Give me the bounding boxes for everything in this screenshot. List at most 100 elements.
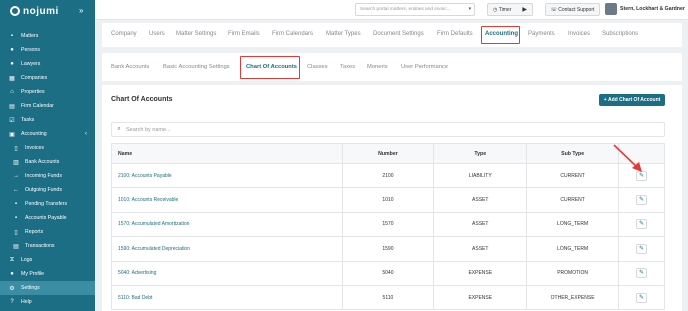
- account-number: 5110: [341, 284, 435, 311]
- tab-bank-accounts[interactable]: Bank Accounts: [111, 64, 149, 70]
- collapse-sidebar-icon[interactable]: »: [79, 6, 83, 15]
- topbar: Search portal matters, entities and invo…: [95, 0, 688, 20]
- tab-subscriptions[interactable]: Subscriptions: [602, 31, 638, 37]
- sidebar-item-firm-calendar[interactable]: ▤ Firm Calendar: [0, 99, 95, 113]
- contact-support-button[interactable]: ☏ Contact Support: [545, 3, 600, 16]
- sidebar-item-lawyers[interactable]: ● Lawyers: [0, 57, 95, 71]
- tab-document-settings[interactable]: Document Settings: [373, 31, 424, 37]
- sidebar-item-label: Properties: [21, 89, 45, 95]
- account-number: 1010: [341, 187, 435, 213]
- sidebar-item-incoming-funds[interactable]: → Incoming Funds: [0, 169, 95, 183]
- home-icon: ⌂: [10, 89, 14, 95]
- tasks-icon: ☑: [9, 117, 15, 124]
- arrow-left-icon: ←: [13, 187, 19, 193]
- sidebar-item-my-profile[interactable]: ● My Profile: [0, 267, 95, 281]
- add-chart-of-account-button[interactable]: + Add Chart Of Account: [599, 94, 665, 106]
- sidebar-item-companies[interactable]: ▦ Companies: [0, 71, 95, 85]
- sidebar-item-transactions[interactable]: ▤ Transactions: [0, 239, 95, 253]
- column-header-type[interactable]: Type: [433, 143, 528, 164]
- people-icon: ●: [10, 47, 14, 53]
- tab-matter-settings[interactable]: Matter Settings: [176, 31, 216, 37]
- logs-icon: ⧖: [9, 256, 15, 263]
- sidebar-item-settings[interactable]: ⚙ Settings: [0, 281, 95, 295]
- account-name-link[interactable]: 1590: Accumulated Depreciation: [111, 236, 343, 262]
- invoice-icon: ▯: [14, 145, 18, 152]
- sidebar-item-invoices[interactable]: ▯ Invoices: [0, 141, 95, 155]
- tab-payments[interactable]: Payments: [528, 31, 555, 37]
- account-name-link[interactable]: 1010: Accounts Receivable: [111, 187, 343, 213]
- tab-basic-accounting-settings[interactable]: Basic Accounting Settings: [163, 64, 230, 70]
- sidebar-item-accounts-payable[interactable]: ▪ Accounts Payable: [0, 211, 95, 225]
- sidebar: nojumi » ▪ Matters ● Persons ● Lawyers ▦ Com…: [0, 0, 95, 311]
- sidebar-item-properties[interactable]: ⌂ Properties: [0, 85, 95, 99]
- reports-icon: ▯: [14, 229, 18, 236]
- user-name: Stern, Lockhart & Gardner: [620, 6, 685, 12]
- sidebar-item-label: Accounting: [21, 131, 47, 137]
- account-name-link[interactable]: 5040: Advertising: [111, 260, 343, 286]
- sidebar-item-outgoing-funds[interactable]: ← Outgoing Funds: [0, 183, 95, 197]
- sidebar-item-label: Accounts Payable: [25, 215, 67, 221]
- sidebar-item-bank-accounts[interactable]: ▥ Bank Accounts: [0, 155, 95, 169]
- timer-button[interactable]: ◷ Timer ▶: [487, 3, 533, 16]
- column-header-name[interactable]: Name: [111, 143, 343, 164]
- sidebar-item-tasks[interactable]: ☑ Tasks: [0, 113, 95, 127]
- edit-icon[interactable]: ✎: [636, 292, 648, 303]
- tab-firm-defaults[interactable]: Firm Defaults: [437, 31, 473, 37]
- sidebar-item-label: Incoming Funds: [25, 173, 62, 179]
- global-search-input[interactable]: Search portal matters, entities and invo…: [355, 3, 475, 16]
- avatar: [605, 3, 617, 15]
- table-header-row: Name Number Type Sub Type: [111, 143, 665, 164]
- table-row: 5110: Bad Debt 5110 EXPENSE OTHER_EXPENS…: [111, 284, 665, 311]
- building-icon: ▦: [9, 75, 15, 82]
- edit-icon[interactable]: ✎: [636, 195, 648, 206]
- sidebar-item-label: Pending Transfers: [25, 201, 68, 207]
- sidebar-item-label: Invoices: [25, 145, 45, 151]
- sidebar-item-label: Lawyers: [21, 61, 41, 67]
- tab-invoices[interactable]: Invoices: [568, 31, 590, 37]
- tab-user-performance[interactable]: User Performance: [401, 64, 448, 70]
- actions-cell: ✎: [618, 236, 665, 262]
- account-name-link[interactable]: 1570: Accumulated Amortization: [111, 211, 343, 238]
- tab-matter-types[interactable]: Matter Types: [326, 31, 361, 37]
- actions-cell: ✎: [618, 211, 665, 238]
- sidebar-item-pending-transfers[interactable]: ▪ Pending Transfers: [0, 197, 95, 211]
- account-number: 1570: [341, 211, 435, 238]
- tab-taxes[interactable]: Taxes: [340, 64, 355, 70]
- sidebar-item-matters[interactable]: ▪ Matters: [0, 29, 95, 43]
- bank-icon: ▥: [13, 159, 19, 166]
- column-header-subtype[interactable]: Sub Type: [526, 143, 620, 164]
- tab-firm-calendars[interactable]: Firm Calendars: [272, 31, 313, 37]
- actions-cell: ✎: [618, 260, 665, 286]
- sidebar-item-logs[interactable]: ⧖ Logs: [0, 253, 95, 267]
- search-input[interactable]: ⌕ Search by name...: [111, 122, 665, 137]
- sidebar-item-accounting[interactable]: ▣ Accounting ‹: [0, 127, 95, 141]
- sidebar-item-label: My Profile: [21, 271, 45, 277]
- account-name-link[interactable]: 2100: Accounts Payable: [111, 162, 343, 189]
- chevron-down-icon[interactable]: ▾: [469, 7, 471, 12]
- search-placeholder: Search by name...: [126, 126, 171, 133]
- edit-icon[interactable]: ✎: [636, 243, 648, 254]
- actions-cell: ✎: [618, 187, 665, 213]
- account-name-link[interactable]: 5110: Bad Debt: [111, 284, 343, 311]
- sidebar-item-persons[interactable]: ● Persons: [0, 43, 95, 57]
- account-subtype: PROMOTION: [526, 260, 620, 286]
- sidebar-item-help[interactable]: ? Help: [0, 295, 95, 309]
- calendar-icon: ▤: [9, 103, 15, 110]
- edit-icon[interactable]: ✎: [636, 219, 648, 230]
- chart-of-accounts-card: Chart Of Accounts + Add Chart Of Account…: [102, 85, 682, 311]
- column-header-number[interactable]: Number: [341, 143, 435, 164]
- timer-label: Timer: [498, 6, 512, 13]
- edit-icon[interactable]: ✎: [636, 268, 648, 279]
- chevron-down-icon: ‹: [85, 131, 87, 137]
- tab-moneris[interactable]: Moneris: [367, 64, 388, 70]
- account-subtype: LONG_TERM: [526, 236, 620, 262]
- user-menu[interactable]: Stern, Lockhart & Gardner: [605, 3, 685, 15]
- play-icon[interactable]: ▶: [522, 6, 527, 13]
- tab-company[interactable]: Company: [111, 31, 137, 37]
- tab-users[interactable]: Users: [149, 31, 165, 37]
- sidebar-item-reports[interactable]: ▯ Reports: [0, 225, 95, 239]
- person-icon: ●: [10, 61, 14, 67]
- tab-classes[interactable]: Classes: [307, 64, 328, 70]
- tab-firm-emails[interactable]: Firm Emails: [228, 31, 260, 37]
- account-number: 1590: [341, 236, 435, 262]
